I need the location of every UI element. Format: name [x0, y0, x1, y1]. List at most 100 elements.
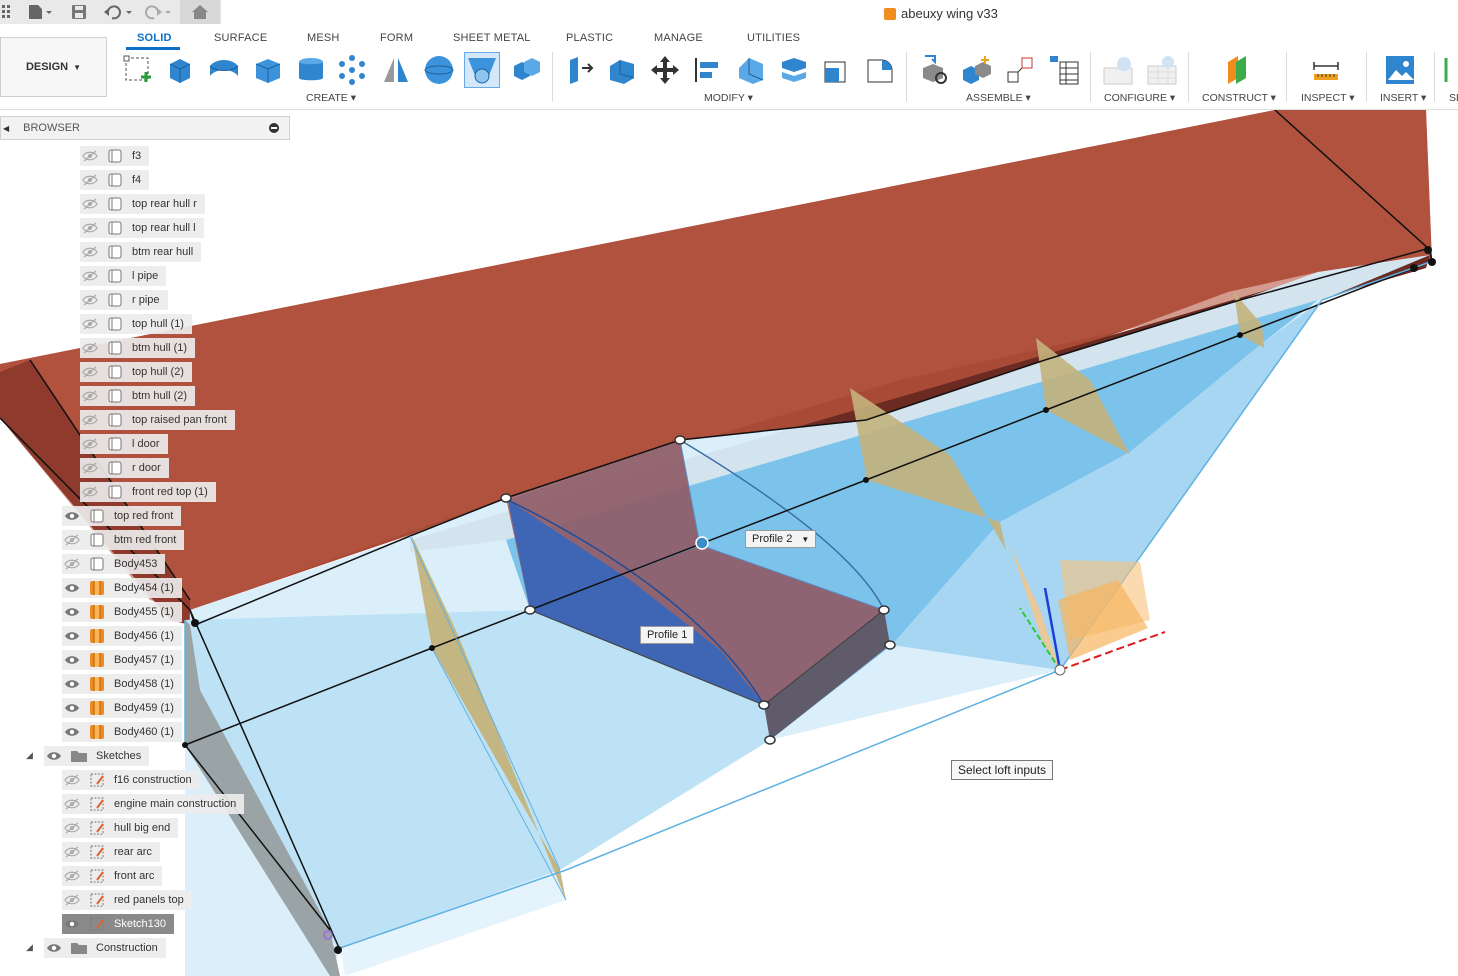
as-built-joint-icon[interactable] [1002, 52, 1038, 88]
visibility-hidden-icon[interactable] [80, 146, 100, 166]
tree-item-hidden-body[interactable]: btm hull (1) [80, 338, 196, 358]
inspect-group-label[interactable]: INSPECT ▾ [1301, 92, 1355, 104]
create-sketch-icon[interactable] [120, 52, 156, 88]
tree-item-sketch[interactable]: Sketch130 [62, 914, 174, 934]
tree-item-body[interactable]: btm red front [62, 530, 185, 550]
tree-item-body[interactable]: Body455 (1) [62, 602, 182, 622]
minimize-icon[interactable] [269, 123, 279, 133]
visibility-hidden-icon[interactable] [80, 218, 100, 238]
visibility-hidden-icon[interactable] [80, 386, 100, 406]
visibility-hidden-icon[interactable] [80, 338, 100, 358]
tree-item-sketch[interactable]: rear arc [62, 842, 160, 862]
tree-item-sketch[interactable]: red panels top [62, 890, 192, 910]
visibility-hidden-icon[interactable] [62, 842, 82, 862]
tree-item-hidden-body[interactable]: r door [80, 458, 169, 478]
configure-table-icon[interactable] [1100, 52, 1136, 88]
visibility-hidden-icon[interactable] [80, 194, 100, 214]
tree-item-sketch[interactable]: f16 construction [62, 770, 200, 790]
scale-icon[interactable] [819, 52, 855, 88]
visibility-eye-icon[interactable] [62, 914, 82, 934]
tree-item-hidden-body[interactable]: front red top (1) [80, 482, 216, 502]
split-body-icon[interactable] [862, 52, 898, 88]
tree-item-hidden-body[interactable]: btm rear hull [80, 242, 202, 262]
tree-item-body[interactable]: Body453 [62, 554, 166, 574]
visibility-hidden-icon[interactable] [62, 770, 82, 790]
tree-item-sketch[interactable]: engine main construction [62, 794, 245, 814]
fillet-icon[interactable] [604, 52, 640, 88]
box-icon[interactable] [250, 52, 286, 88]
collapse-arrow-icon[interactable]: ◀ [3, 124, 9, 133]
tab-utilities[interactable]: UTILITIES [747, 32, 800, 44]
tree-item-hidden-body[interactable]: r pipe [80, 290, 168, 310]
visibility-hidden-icon[interactable] [80, 242, 100, 262]
tree-item-body[interactable]: Body459 (1) [62, 698, 182, 718]
construct-group-label[interactable]: CONSTRUCT ▾ [1202, 92, 1276, 104]
press-pull-icon[interactable] [562, 52, 598, 88]
visibility-eye-icon[interactable] [62, 674, 82, 694]
configure-rule-icon[interactable] [1144, 52, 1180, 88]
select-group-label[interactable]: SE [1449, 92, 1458, 104]
expand-triangle-icon[interactable]: ◢ [26, 750, 33, 761]
tree-item-sketch[interactable]: hull big end [62, 818, 179, 838]
select-icon[interactable] [1440, 52, 1458, 88]
redo-icon[interactable] [144, 3, 174, 21]
tree-item-body[interactable]: Body456 (1) [62, 626, 182, 646]
visibility-hidden-icon[interactable] [62, 554, 82, 574]
save-icon[interactable] [72, 3, 86, 21]
tree-item-hidden-body[interactable]: f4 [80, 170, 150, 190]
configure-group-label[interactable]: CONFIGURE ▾ [1104, 92, 1175, 104]
assemble-group-label[interactable]: ASSEMBLE ▾ [966, 92, 1031, 104]
visibility-hidden-icon[interactable] [80, 170, 100, 190]
cylinder-icon[interactable] [293, 52, 329, 88]
undo-icon[interactable] [104, 3, 134, 21]
visibility-hidden-icon[interactable] [80, 434, 100, 454]
tree-folder-construction[interactable]: Construction [44, 938, 166, 958]
tab-manage[interactable]: MANAGE [654, 32, 703, 44]
tab-mesh[interactable]: MESH [307, 32, 340, 44]
visibility-hidden-icon[interactable] [62, 890, 82, 910]
offset-plane-icon[interactable] [1220, 52, 1256, 88]
tree-item-sketch[interactable]: front arc [62, 866, 163, 886]
modify-group-label[interactable]: MODIFY ▾ [704, 92, 753, 104]
tree-item-hidden-body[interactable]: l door [80, 434, 168, 454]
tab-sheet-metal[interactable]: SHEET METAL [453, 32, 531, 44]
visibility-eye-icon[interactable] [62, 722, 82, 742]
browser-panel-header[interactable]: ◀ BROWSER [0, 116, 290, 140]
mirror-icon[interactable] [378, 52, 414, 88]
visibility-eye-icon[interactable] [44, 746, 64, 766]
tree-item-hidden-body[interactable]: l pipe [80, 266, 167, 286]
visibility-hidden-icon[interactable] [80, 410, 100, 430]
tree-item-body[interactable]: Body460 (1) [62, 722, 182, 742]
workspace-switcher-button[interactable]: DESIGN ▼ [0, 37, 107, 97]
grid-menu-icon[interactable] [2, 3, 12, 21]
sphere-icon[interactable] [421, 52, 457, 88]
visibility-hidden-icon[interactable] [62, 794, 82, 814]
tab-plastic[interactable]: PLASTIC [566, 32, 613, 44]
insert-group-label[interactable]: INSERT ▾ [1380, 92, 1426, 104]
loft-icon[interactable] [464, 52, 500, 88]
tab-surface[interactable]: SURFACE [214, 32, 267, 44]
tree-item-body[interactable]: Body454 (1) [62, 578, 182, 598]
visibility-hidden-icon[interactable] [80, 362, 100, 382]
profile-1-tooltip[interactable]: Profile 1 [640, 626, 695, 644]
chamfer-icon[interactable] [733, 52, 769, 88]
insert-image-icon[interactable] [1382, 52, 1418, 88]
visibility-eye-icon[interactable] [62, 506, 82, 526]
visibility-hidden-icon[interactable] [62, 818, 82, 838]
visibility-eye-icon[interactable] [44, 938, 64, 958]
tree-folder-sketches[interactable]: Sketches [44, 746, 150, 766]
revolve-icon[interactable] [206, 52, 242, 88]
visibility-eye-icon[interactable] [62, 626, 82, 646]
shell-icon[interactable] [776, 52, 812, 88]
visibility-hidden-icon[interactable] [62, 530, 82, 550]
tab-form[interactable]: FORM [380, 32, 413, 44]
visibility-hidden-icon[interactable] [80, 314, 100, 334]
tree-item-body[interactable]: top red front [62, 506, 182, 526]
tree-item-hidden-body[interactable]: top rear hull r [80, 194, 205, 214]
pattern-icon[interactable] [334, 52, 370, 88]
tree-item-hidden-body[interactable]: top hull (1) [80, 314, 192, 334]
expand-triangle-icon[interactable]: ◢ [26, 942, 33, 953]
file-menu-icon[interactable] [28, 3, 52, 21]
move-icon[interactable] [647, 52, 683, 88]
new-component-icon[interactable] [918, 52, 954, 88]
